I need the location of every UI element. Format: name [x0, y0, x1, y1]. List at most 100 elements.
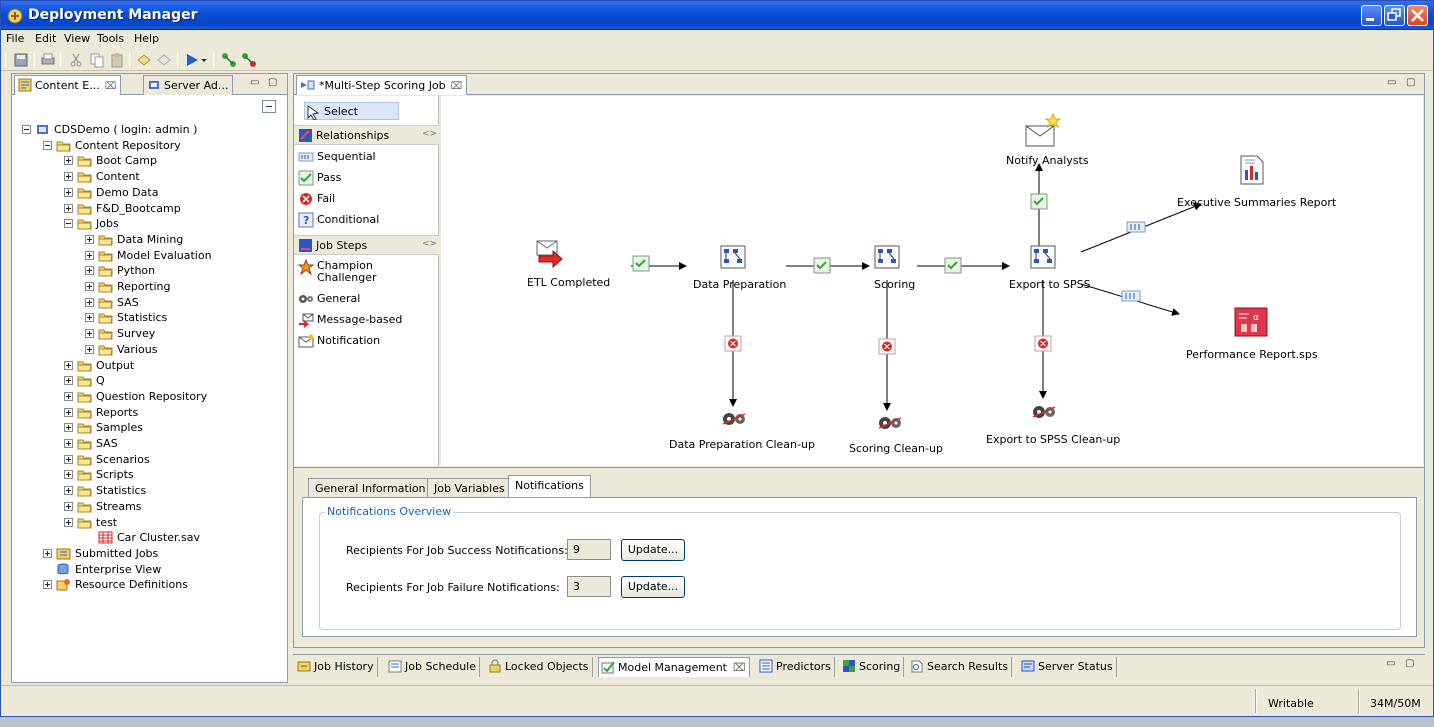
expand-node-icon[interactable] — [64, 360, 73, 370]
notify-analysts-node-icon[interactable] — [1025, 112, 1062, 147]
pass-badge[interactable] — [1030, 193, 1048, 210]
expand-node-icon[interactable] — [43, 548, 52, 558]
maximize-view-icon[interactable]: ▢ — [1406, 77, 1415, 88]
title-bar[interactable]: Deployment Manager — [1, 1, 1433, 30]
copy-icon[interactable] — [89, 52, 105, 68]
tab-locked-objects[interactable]: Locked Objects — [486, 657, 593, 677]
expand-node-icon[interactable] — [64, 376, 73, 386]
tab-job-schedule[interactable]: Job Schedule — [386, 657, 481, 677]
tab-server-status[interactable]: Server Status — [1019, 657, 1117, 677]
pass-badge[interactable] — [632, 255, 650, 272]
fail-badge[interactable] — [1034, 335, 1052, 352]
executive-summaries-report-label[interactable]: Executive Summaries Report — [1177, 196, 1336, 209]
notify-analysts-label[interactable]: Notify Analysts — [1006, 154, 1089, 167]
expand-node-icon[interactable] — [64, 156, 73, 166]
minimize-view-icon[interactable]: ▭ — [250, 77, 259, 88]
performance-report-node-icon[interactable]: α — [1234, 307, 1268, 337]
tab-job-variables[interactable]: Job Variables — [427, 478, 512, 498]
expand-node-icon[interactable] — [85, 297, 94, 307]
cut-icon[interactable] — [68, 52, 84, 68]
export-to-spss-node-icon[interactable] — [1030, 245, 1056, 269]
expand-node-icon[interactable] — [85, 282, 94, 291]
tab-server-administration[interactable]: Server Ad... — [143, 75, 234, 95]
expand-node-icon[interactable] — [85, 266, 94, 276]
data-preparation-clean-up-node-icon[interactable] — [722, 413, 746, 425]
paste-icon[interactable] — [109, 52, 125, 68]
maximize-view-icon[interactable]: ▢ — [1405, 658, 1414, 669]
collapse-node-icon[interactable] — [64, 219, 73, 229]
expand-node-icon[interactable] — [64, 391, 73, 401]
data-preparation-clean-up-label[interactable]: Data Preparation Clean-up — [669, 438, 815, 451]
collapse-drawer-icon[interactable]: <> — [422, 129, 437, 139]
tab-scoring[interactable]: Scoring — [840, 657, 905, 677]
restore-button[interactable] — [1384, 5, 1405, 26]
scoring-clean-up-label[interactable]: Scoring Clean-up — [849, 442, 943, 455]
minimize-view-icon[interactable]: ▭ — [1387, 77, 1396, 88]
etl-completed-node-icon[interactable] — [536, 240, 563, 269]
sequential-badge[interactable] — [1126, 221, 1146, 233]
pass-badge[interactable] — [944, 257, 962, 274]
scoring-clean-up-node-icon[interactable] — [878, 417, 902, 429]
sequential-badge[interactable] — [1121, 290, 1141, 302]
expand-node-icon[interactable] — [85, 313, 94, 323]
tab-job-history[interactable]: Job History — [295, 657, 378, 677]
update-failure-recipients-button[interactable]: Update... — [621, 576, 685, 598]
expand-node-icon[interactable] — [64, 172, 73, 182]
add-step-icon[interactable] — [221, 52, 237, 68]
menu-file[interactable]: File — [6, 32, 24, 45]
close-icon[interactable]: ⌧ — [105, 81, 117, 92]
expand-node-icon[interactable] — [64, 407, 73, 417]
update-success-recipients-button[interactable]: Update... — [621, 539, 685, 561]
expand-node-icon[interactable] — [64, 439, 73, 448]
collapse-node-icon[interactable] — [22, 125, 31, 134]
etl-completed-label[interactable]: ETL Completed — [527, 276, 610, 289]
tab-content-explorer[interactable]: Content E... ⌧ — [14, 75, 122, 95]
executive-summaries-report-node-icon[interactable] — [1240, 155, 1264, 185]
expand-node-icon[interactable] — [64, 501, 73, 511]
data-preparation-node-icon[interactable] — [720, 245, 746, 269]
expand-node-icon[interactable] — [64, 470, 73, 480]
close-icon[interactable]: ⌧ — [733, 661, 746, 674]
remove-step-icon[interactable] — [241, 52, 257, 68]
run-dropdown-icon[interactable] — [200, 52, 208, 68]
tab-search-results[interactable]: Search Results — [908, 657, 1013, 677]
scoring-label[interactable]: Scoring — [874, 278, 915, 291]
print-icon[interactable] — [40, 52, 56, 68]
collapse-all-button[interactable] — [262, 100, 276, 113]
export-to-spss-clean-up-label[interactable]: Export to SPSS Clean-up — [986, 433, 1120, 446]
palette-job-steps-drawer[interactable]: Job Steps <> — [294, 235, 439, 255]
fail-badge[interactable] — [878, 338, 896, 355]
export-to-spss-label[interactable]: Export to SPSS — [1009, 278, 1091, 291]
expand-node-icon[interactable] — [85, 329, 94, 339]
job-canvas[interactable]: α ETL Completed Data Preparation Scoring… — [441, 96, 1423, 466]
expand-node-icon[interactable] — [64, 203, 73, 213]
performance-report-label[interactable]: Performance Report.sps — [1186, 348, 1318, 361]
expand-node-icon[interactable] — [64, 517, 73, 527]
check-out-icon[interactable] — [156, 52, 172, 68]
menu-view[interactable]: View — [64, 32, 90, 45]
menu-help[interactable]: Help — [134, 32, 159, 45]
palette-relationships-drawer[interactable]: Relationships <> — [294, 125, 439, 145]
tab-multi-step-scoring-job[interactable]: *Multi-Step Scoring Job ⌧ — [296, 75, 468, 95]
fail-badge[interactable] — [724, 335, 742, 352]
collapse-node-icon[interactable] — [43, 140, 52, 150]
data-preparation-label[interactable]: Data Preparation — [693, 278, 786, 291]
tab-notifications[interactable]: Notifications — [508, 475, 591, 498]
tab-predictors[interactable]: Predictors — [757, 657, 835, 677]
expand-node-icon[interactable] — [64, 187, 73, 197]
minimize-button[interactable] — [1361, 5, 1382, 26]
expand-node-icon[interactable] — [85, 250, 94, 260]
expand-node-icon[interactable] — [85, 234, 94, 244]
save-icon[interactable] — [13, 52, 29, 68]
expand-node-icon[interactable] — [64, 454, 73, 464]
export-to-spss-clean-up-node-icon[interactable] — [1032, 406, 1056, 418]
expand-node-icon[interactable] — [85, 344, 94, 354]
menu-edit[interactable]: Edit — [35, 32, 56, 45]
check-in-icon[interactable] — [136, 52, 152, 68]
close-icon[interactable]: ⌧ — [451, 81, 463, 92]
expand-node-icon[interactable] — [43, 580, 52, 590]
expand-node-icon[interactable] — [64, 486, 73, 496]
pass-badge[interactable] — [813, 257, 831, 274]
run-icon[interactable] — [184, 52, 200, 68]
maximize-view-icon[interactable]: ▢ — [268, 77, 277, 88]
